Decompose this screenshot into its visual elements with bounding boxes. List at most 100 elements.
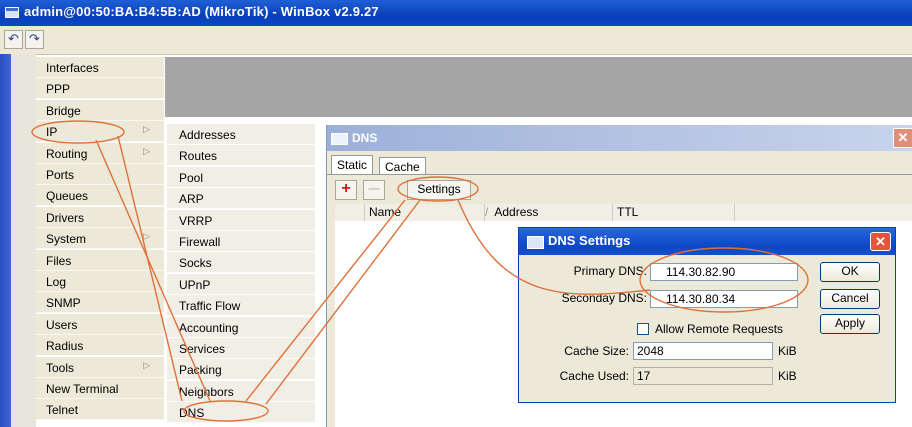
column-name[interactable]: Name [365, 204, 485, 221]
column-address-label: Address [494, 205, 539, 219]
add-button[interactable]: + [335, 180, 357, 200]
submenu-item-packing[interactable]: Packing [167, 359, 315, 381]
submenu-item-traffic-flow[interactable]: Traffic Flow [167, 295, 315, 317]
dns-settings-close-button[interactable]: ✕ [870, 232, 891, 251]
submenu-item-label: Routes [179, 149, 218, 164]
submenu-item-firewall[interactable]: Firewall [167, 231, 315, 252]
secondary-dns-input[interactable]: 114.30.80.34 [650, 290, 798, 308]
cache-used-unit: KiB [778, 369, 797, 383]
remove-button[interactable]: — [363, 180, 385, 200]
menu-item-telnet[interactable]: Telnet [36, 399, 164, 421]
cancel-button[interactable]: Cancel [820, 289, 880, 309]
menu-item-label: Users [46, 317, 78, 332]
redo-icon: ↷ [29, 31, 40, 46]
secondary-dns-label: Seconday DNS: [561, 291, 647, 305]
cache-size-input[interactable]: 2048 [633, 342, 773, 360]
plus-icon: + [341, 180, 351, 197]
winbox-side-strip [0, 54, 11, 427]
menu-item-ppp[interactable]: PPP [36, 78, 164, 100]
menu-gutter [11, 54, 36, 427]
menu-item-system[interactable]: System ▷ [36, 228, 164, 250]
submenu-item-label: UPnP [179, 277, 211, 292]
window-icon [331, 133, 348, 145]
undo-button[interactable]: ↶ [4, 30, 23, 49]
submenu-item-label: Pool [179, 170, 204, 185]
tab-static[interactable]: Static [331, 155, 374, 174]
submenu-item-dns[interactable]: DNS [167, 402, 315, 424]
redo-button[interactable]: ↷ [25, 30, 44, 49]
primary-dns-input[interactable]: 114.30.82.90 [650, 263, 798, 281]
menu-item-label: Interfaces [46, 61, 99, 75]
toolbar: ↶ ↷ [0, 26, 912, 55]
menu-item-label: Ports [46, 168, 75, 182]
title-bar[interactable]: admin@00:50:BA:B4:5B:AD (MikroTik) - Win… [0, 0, 912, 26]
column-ttl[interactable]: TTL [613, 204, 735, 221]
submenu-item-vrrp[interactable]: VRRP [167, 209, 315, 231]
submenu-item-pool[interactable]: Pool [167, 166, 315, 188]
submenu-item-label: ARP [179, 192, 204, 207]
ok-button[interactable]: OK [820, 262, 880, 282]
apply-button[interactable]: Apply [820, 314, 880, 334]
dns-settings-title-bar[interactable]: DNS Settings ✕ [519, 228, 895, 255]
tab-divider [327, 174, 912, 175]
allow-remote-requests-label: Allow Remote Requests [655, 322, 784, 336]
submenu-item-label: Accounting [179, 320, 239, 335]
menu-item-label: New Terminal [46, 382, 119, 396]
submenu-item-label: Neighbors [179, 384, 234, 399]
menu-item-label: Routing [46, 146, 88, 161]
menu-item-new-terminal[interactable]: New Terminal [36, 378, 164, 399]
submenu-item-services[interactable]: Services [167, 338, 315, 359]
submenu-item-upnp[interactable]: UPnP [167, 273, 315, 295]
submenu-item-addresses[interactable]: Addresses [167, 124, 315, 145]
dns-window-title-bar[interactable]: DNS ✕ [327, 125, 912, 151]
menu-item-users[interactable]: Users [36, 313, 164, 335]
primary-dns-label: Primary DNS: [573, 264, 647, 278]
sort-indicator-icon: / [485, 205, 489, 219]
menu-item-label: Drivers [46, 210, 84, 225]
submenu-item-label: VRRP [179, 213, 213, 228]
menu-item-ports[interactable]: Ports [36, 164, 164, 185]
tab-cache[interactable]: Cache [379, 157, 426, 174]
dialog-window-icon [527, 236, 544, 249]
menu-item-bridge[interactable]: Bridge [36, 99, 164, 121]
workspace-background [165, 57, 912, 117]
dns-settings-title: DNS Settings [548, 233, 631, 248]
allow-remote-requests-checkbox[interactable] [637, 323, 649, 335]
menu-item-label: PPP [46, 82, 71, 97]
submenu-item-label: Packing [179, 363, 222, 378]
submenu-item-label: Addresses [179, 128, 236, 142]
submenu-arrow-icon: ▷ [143, 124, 150, 135]
menu-item-label: Bridge [46, 103, 81, 118]
menu-item-label: IP [46, 125, 58, 140]
menu-item-files[interactable]: Files [36, 249, 164, 271]
column-address[interactable]: / Address [485, 204, 613, 221]
submenu-item-label: Socks [179, 256, 212, 271]
menu-item-routing[interactable]: Routing ▷ [36, 142, 164, 164]
menu-item-queues[interactable]: Queues [36, 185, 164, 207]
menu-item-drivers[interactable]: Drivers [36, 206, 164, 228]
menu-item-label: Log [46, 275, 67, 289]
menu-item-log[interactable]: Log [36, 271, 164, 292]
submenu-item-routes[interactable]: Routes [167, 145, 315, 167]
menu-item-snmp[interactable]: SNMP [36, 292, 164, 314]
menu-item-interfaces[interactable]: Interfaces [36, 57, 164, 78]
submenu-item-arp[interactable]: ARP [167, 188, 315, 210]
submenu-item-label: Traffic Flow [179, 299, 241, 314]
submenu-arrow-icon: ▷ [143, 231, 150, 242]
submenu-item-neighbors[interactable]: Neighbors [167, 380, 315, 402]
cache-size-unit: KiB [778, 344, 797, 358]
menu-item-radius[interactable]: Radius [36, 335, 164, 357]
submenu-item-socks[interactable]: Socks [167, 252, 315, 274]
dns-window-close-button[interactable]: ✕ [893, 128, 912, 148]
menu-item-ip[interactable]: IP ▷ [36, 121, 164, 143]
settings-button[interactable]: Settings [407, 180, 471, 200]
menu-item-tools[interactable]: Tools ▷ [36, 356, 164, 378]
menu-item-label: Queues [46, 189, 89, 204]
menu-item-label: Radius [46, 339, 84, 354]
submenu-item-label: DNS [179, 406, 205, 421]
menu-item-label: Telnet [46, 403, 79, 418]
submenu-item-accounting[interactable]: Accounting [167, 316, 315, 338]
minus-icon: — [368, 183, 380, 195]
submenu-item-label: Firewall [179, 235, 221, 249]
dns-settings-dialog: DNS Settings ✕ Primary DNS: ✓ 114.30.82.… [518, 227, 896, 403]
